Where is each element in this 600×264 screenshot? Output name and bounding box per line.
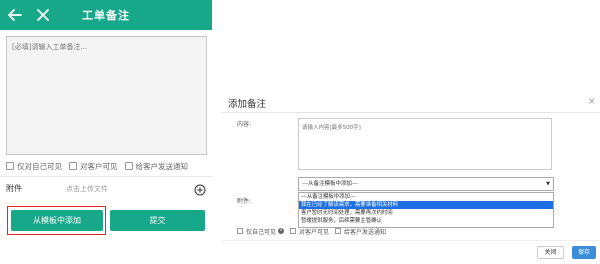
close-icon[interactable]: × (588, 97, 596, 107)
page-title: 工单备注 (82, 9, 130, 22)
divider (222, 112, 600, 113)
attachment-label: 附件: (237, 198, 252, 205)
template-select[interactable]: ---从备注模板中添加--- ▼ (298, 177, 554, 191)
add-from-template-button[interactable]: 从模板中添加 (11, 210, 103, 231)
upload-file-link[interactable]: 点击上传文件 (66, 184, 108, 194)
info-icon: i (278, 228, 285, 234)
screenshot-root: 工单备注 仅对自己可见 对客户可见 给客户发送通知 附件 点击上传文件 从模板中… (0, 0, 600, 264)
checkbox-box[interactable] (335, 228, 342, 234)
checkbox-label: 仅对自己可见 (17, 161, 62, 171)
footer-divider (222, 240, 600, 241)
template-option-selected[interactable]: 我在已经了解该需求，需要准备相关材料 (299, 201, 553, 209)
checkbox-box[interactable] (6, 162, 14, 170)
note-textarea[interactable] (6, 36, 207, 155)
add-note-dialog: 添加备注 × 内容: ---从备注模板中添加--- ▼ 附件: ---从备注模板… (222, 88, 600, 264)
checkbox-label: 仅自己可见 (246, 228, 277, 236)
notify-customer-checkbox[interactable]: 给客户发送通知 (124, 161, 189, 172)
save-button[interactable]: 保存 (572, 246, 596, 259)
content-textarea[interactable] (298, 118, 552, 170)
divider (0, 176, 212, 177)
mobile-header: 工单备注 (0, 0, 212, 30)
attachment-label: 附件 (6, 184, 22, 193)
template-option[interactable]: 客户暂时无时间处理，需要再次约时间 (299, 209, 553, 217)
customer-visible-checkbox[interactable]: 对客户可见 (69, 161, 118, 172)
only-self-visible-checkbox[interactable]: 仅对自己可见 (6, 161, 62, 172)
dropdown-arrow-icon: ▼ (546, 181, 550, 187)
visibility-options: 仅对自己可见 对客户可见 给客户发送通知 (6, 160, 195, 172)
checkbox-box[interactable] (124, 162, 133, 170)
checkbox-box[interactable] (69, 162, 77, 170)
mobile-note-screen: 工单备注 仅对自己可见 对客户可见 给客户发送通知 附件 点击上传文件 从模板中… (0, 0, 212, 264)
template-dropdown-list: ---从备注模板中添加--- 我在已经了解该需求，需要准备相关材料 客户暂时无时… (298, 192, 554, 228)
only-self-visible-checkbox[interactable]: 仅自己可见 i (237, 227, 285, 236)
template-option[interactable]: 暂缓提供服务，后续需要主管确认 (299, 217, 553, 225)
dialog-title: 添加备注 (228, 99, 267, 110)
template-option[interactable]: ---从备注模板中添加--- (299, 193, 553, 201)
checkbox-box[interactable] (290, 228, 297, 234)
template-select-value: ---从备注模板中添加--- (302, 181, 358, 187)
plus-circle-icon[interactable] (194, 181, 206, 196)
content-label: 内容: (237, 121, 252, 128)
checkbox-label: 对客户可见 (80, 161, 118, 171)
checkbox-box[interactable] (237, 228, 243, 234)
submit-button[interactable]: 提交 (110, 210, 205, 231)
checkbox-label: 给客户发送通知 (135, 161, 189, 171)
close-button[interactable]: 关闭 (537, 246, 564, 259)
